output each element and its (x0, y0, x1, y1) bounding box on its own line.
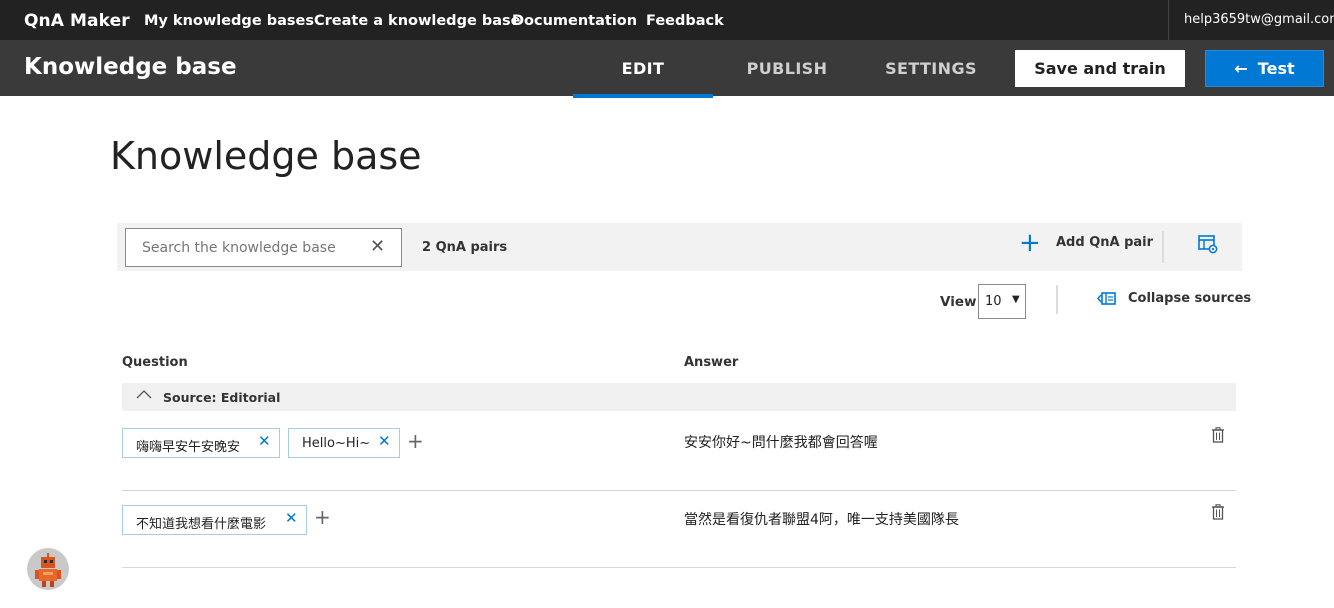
tab-settings-label: SETTINGS (885, 59, 977, 78)
tab-publish[interactable]: PUBLISH (727, 40, 847, 98)
remove-question-icon[interactable]: ✕ (258, 432, 271, 450)
add-question-icon[interactable]: + (314, 505, 331, 529)
add-qna-pair-label: Add QnA pair (1056, 235, 1154, 250)
active-tab-indicator (573, 94, 713, 98)
answer-text[interactable]: 當然是看復仇者聯盟4阿，唯一支持美國隊長 (684, 509, 959, 529)
brand-logo[interactable]: QnA Maker (24, 11, 130, 31)
robot-icon (35, 553, 61, 587)
plus-icon: + (1019, 228, 1041, 258)
nav-create-knowledge-base[interactable]: Create a knowledge base (314, 13, 520, 29)
nav-documentation[interactable]: Documentation (512, 13, 637, 29)
top-nav: QnA Maker My knowledge bases Create a kn… (0, 0, 1334, 40)
caret-down-icon: ▼ (1012, 294, 1020, 305)
kb-header: Knowledge base EDIT PUBLISH SETTINGS Sav… (0, 40, 1334, 98)
source-group-header[interactable]: Source: Editorial (122, 383, 1236, 411)
view-count-select[interactable]: 10 ▼ (978, 284, 1026, 319)
tab-edit[interactable]: EDIT (573, 40, 713, 98)
remove-question-icon[interactable]: ✕ (285, 509, 298, 527)
tab-publish-label: PUBLISH (746, 59, 828, 78)
view-divider (1056, 285, 1058, 314)
qna-pair-count: 2 QnA pairs (422, 240, 508, 255)
save-and-train-button[interactable]: Save and train (1015, 50, 1185, 87)
nav-my-knowledge-bases[interactable]: My knowledge bases (144, 13, 314, 29)
table-settings-icon[interactable] (1197, 233, 1219, 255)
qna-row: 嗨嗨早安午安晚安 ✕ Hello~Hi~ ✕ + 安安你好~問什麼我都會回答喔 (122, 411, 1236, 491)
delete-icon[interactable] (1211, 504, 1225, 520)
test-button[interactable]: ← Test (1205, 50, 1324, 87)
collapse-sources-label: Collapse sources (1128, 291, 1252, 306)
add-question-icon[interactable]: + (407, 429, 424, 453)
qna-row: 不知道我想看什麼電影 ✕ + 當然是看復仇者聯盟4阿，唯一支持美國隊長 (122, 491, 1236, 568)
question-tag[interactable]: Hello~Hi~ ✕ (288, 428, 400, 458)
chevron-up-icon (136, 390, 152, 399)
answer-column-header: Answer (684, 355, 739, 370)
question-tag[interactable]: 嗨嗨早安午安晚安 ✕ (122, 428, 280, 458)
source-label: Source: Editorial (163, 390, 281, 405)
question-tag-text: 嗨嗨早安午安晚安 (136, 440, 241, 455)
search-input[interactable] (142, 238, 362, 258)
question-tag[interactable]: 不知道我想看什麼電影 ✕ (122, 505, 307, 535)
account-menu[interactable]: help3659tw@gmail.com (1168, 0, 1334, 40)
toolbar-divider (1162, 231, 1164, 263)
tab-settings[interactable]: SETTINGS (866, 40, 996, 98)
clear-search-icon[interactable]: ✕ (370, 236, 385, 257)
tab-edit-label: EDIT (621, 59, 665, 78)
question-tag-text: 不知道我想看什麼電影 (136, 517, 267, 532)
question-column-header: Question (122, 355, 188, 370)
view-label: View: (940, 294, 982, 310)
collapse-sources-icon (1097, 292, 1116, 305)
search-box: ✕ (125, 228, 402, 267)
delete-icon[interactable] (1211, 427, 1225, 443)
page-title: Knowledge base (110, 134, 422, 178)
kb-toolbar: ✕ 2 QnA pairs + Add QnA pair (117, 223, 1242, 271)
view-count-value: 10 (985, 294, 1002, 309)
kb-header-title: Knowledge base (24, 54, 237, 80)
nav-feedback[interactable]: Feedback (646, 13, 724, 29)
test-button-label: Test (1257, 59, 1295, 78)
answer-text[interactable]: 安安你好~問什麼我都會回答喔 (684, 432, 878, 452)
account-email: help3659tw@gmail.com (1184, 12, 1334, 27)
arrow-left-icon: ← (1234, 59, 1248, 78)
question-tag-text: Hello~Hi~ (302, 436, 371, 451)
bot-avatar[interactable] (27, 548, 69, 590)
remove-question-icon[interactable]: ✕ (378, 432, 391, 450)
